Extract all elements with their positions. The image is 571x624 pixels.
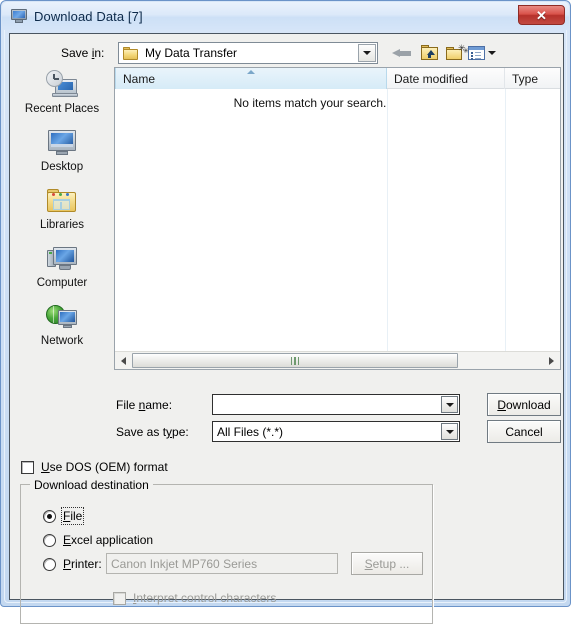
column-header-label: Name — [123, 71, 156, 86]
sidebar-item-desktop[interactable]: Desktop — [14, 125, 110, 183]
checkbox-label: Use DOS (OEM) format — [41, 460, 168, 474]
radio-label: File — [60, 507, 85, 525]
column-header-label: Type — [512, 71, 539, 86]
printer-name-field: Canon Inkjet MP760 Series — [106, 553, 338, 574]
printer-setup-button: Setup ... — [351, 552, 423, 575]
folder-new-icon: ✳ ✳ — [446, 44, 469, 61]
save-in-row: Save in: My Data Transfer ✳ ✳ — [10, 40, 563, 66]
places-bar: Recent Places Desktop Libraries Computer… — [14, 67, 110, 370]
desktop-icon — [45, 128, 79, 160]
computer-monitor-icon — [11, 8, 27, 24]
window-title: Download Data [7] — [34, 8, 143, 24]
column-header-type[interactable]: Type — [505, 68, 560, 89]
sidebar-item-network[interactable]: Network — [14, 299, 110, 357]
computer-icon — [45, 244, 79, 276]
save-in-value: My Data Transfer — [145, 46, 238, 60]
libraries-icon — [45, 186, 79, 218]
chevron-down-icon[interactable] — [358, 44, 376, 62]
interpret-control-characters-checkbox: Interpret control characters — [113, 591, 276, 605]
save-as-type-value: All Files (*.*) — [217, 424, 284, 439]
triangle-right-icon — [549, 356, 554, 365]
radio-destination-file[interactable]: File — [43, 507, 85, 525]
column-divider — [387, 89, 388, 352]
group-title: Download destination — [30, 478, 153, 492]
folder-up-icon — [421, 45, 439, 61]
radio-label: Printer: — [63, 557, 102, 571]
download-button[interactable]: Download — [487, 393, 561, 416]
file-name-input[interactable] — [212, 394, 460, 415]
checkbox-label: Interpret control characters — [133, 591, 277, 605]
file-name-label: File name: — [116, 398, 173, 412]
column-header-name[interactable]: Name — [115, 68, 387, 89]
checkbox-box — [21, 460, 34, 474]
folder-icon — [123, 46, 139, 60]
recent-places-icon — [45, 70, 79, 102]
chevron-down-icon[interactable] — [441, 396, 458, 413]
up-one-level-button[interactable] — [418, 42, 442, 64]
radio-destination-printer[interactable]: Printer: — [43, 557, 102, 571]
sidebar-item-recent-places[interactable]: Recent Places — [14, 67, 110, 125]
radio-button — [43, 533, 56, 547]
grip-line — [294, 356, 296, 365]
save-as-type-label: Save as type: — [116, 425, 189, 439]
download-button-label: Download — [497, 397, 551, 412]
save-in-combobox[interactable]: My Data Transfer — [118, 42, 378, 64]
new-folder-button[interactable]: ✳ ✳ — [444, 42, 469, 64]
cancel-button[interactable]: Cancel — [487, 420, 561, 443]
radio-destination-excel-application[interactable]: Excel application — [43, 533, 153, 547]
chevron-down-icon[interactable] — [488, 51, 496, 55]
sidebar-item-label: Network — [40, 335, 84, 347]
file-list-body[interactable]: No items match your search. — [115, 89, 560, 352]
checkbox-box — [113, 591, 126, 605]
scrollbar-track[interactable] — [132, 352, 543, 369]
horizontal-scrollbar[interactable] — [115, 351, 560, 369]
empty-list-message: No items match your search. — [233, 96, 387, 110]
close-icon: ✕ — [536, 7, 547, 23]
triangle-left-icon — [121, 356, 126, 365]
column-header-label: Date modified — [394, 71, 469, 86]
download-destination-group: Download destination File Excel applicat… — [20, 478, 433, 624]
save-as-type-combobox[interactable]: All Files (*.*) — [212, 421, 460, 442]
sidebar-item-label: Desktop — [40, 161, 84, 173]
scroll-right-button[interactable] — [543, 352, 560, 369]
views-button[interactable] — [468, 42, 498, 64]
sidebar-item-libraries[interactable]: Libraries — [14, 183, 110, 241]
chevron-down-icon[interactable] — [441, 423, 458, 440]
file-list-view[interactable]: Name Date modified Type No items match y… — [114, 67, 561, 370]
printer-name-value: Canon Inkjet MP760 Series — [111, 556, 258, 571]
dialog-client-area: Save in: My Data Transfer ✳ ✳ Recent Pla… — [9, 33, 564, 624]
cancel-button-label: Cancel — [505, 424, 543, 439]
sort-ascending-icon — [247, 70, 255, 74]
sidebar-item-label: Recent Places — [24, 103, 100, 115]
grip-line — [290, 356, 293, 365]
views-list-icon — [468, 46, 485, 60]
scroll-left-button[interactable] — [115, 352, 132, 369]
radio-label: Excel application — [63, 533, 154, 547]
sidebar-item-label: Computer — [36, 277, 88, 289]
use-dos-oem-format-checkbox[interactable]: Use DOS (OEM) format — [21, 460, 168, 474]
file-list-header: Name Date modified Type — [115, 68, 560, 89]
setup-button-label: Setup ... — [364, 556, 410, 571]
network-icon — [45, 302, 79, 334]
grip-line — [297, 356, 300, 365]
column-divider — [505, 89, 506, 352]
scrollbar-thumb[interactable] — [132, 353, 458, 368]
close-button[interactable]: ✕ — [518, 5, 565, 25]
radio-button — [43, 557, 56, 571]
arrow-left-icon — [392, 49, 411, 58]
column-header-date-modified[interactable]: Date modified — [387, 68, 505, 89]
save-in-label: Save in: — [61, 46, 105, 60]
download-data-dialog: Download Data [7] ✕ Save in: My Data Tra… — [0, 0, 571, 624]
sidebar-item-label: Libraries — [39, 219, 85, 231]
radio-button — [43, 509, 56, 523]
back-button[interactable] — [390, 42, 414, 64]
title-bar[interactable]: Download Data [7] ✕ — [2, 2, 569, 30]
sidebar-item-computer[interactable]: Computer — [14, 241, 110, 299]
